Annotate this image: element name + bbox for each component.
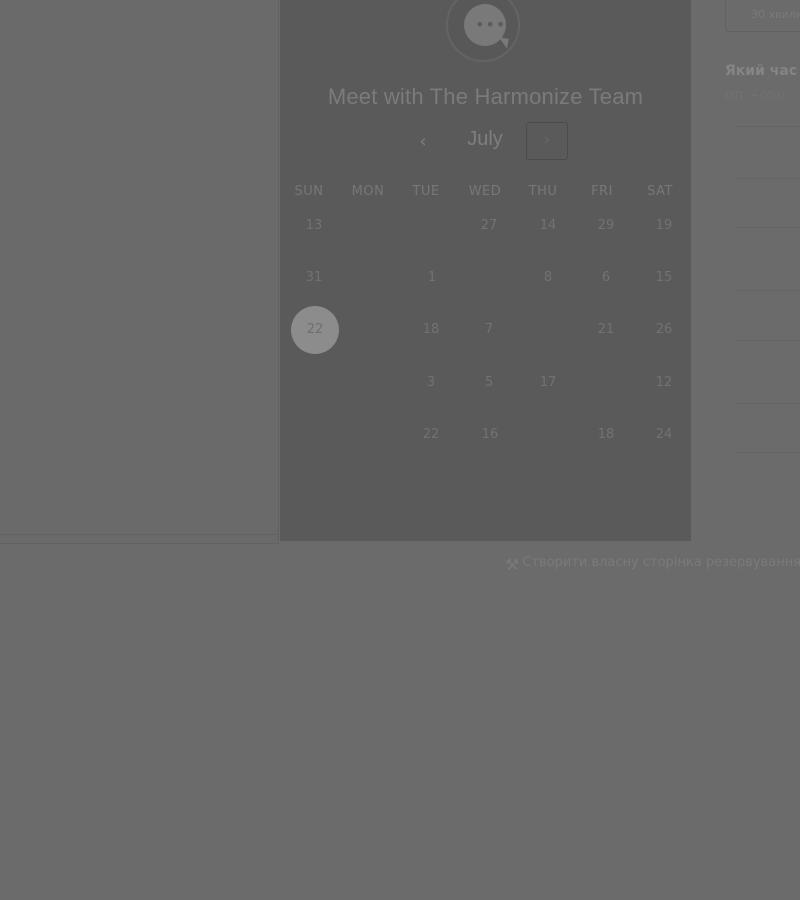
calendar-day[interactable]: 1 xyxy=(408,254,456,302)
calendar-day[interactable]: 13 xyxy=(290,202,338,250)
create-booking-page-label: Створити власну сторінка резервування xyxy=(522,555,800,570)
calendar-day[interactable]: 18 xyxy=(582,411,630,459)
month-label: July xyxy=(467,128,503,150)
time-selection-panel: 30 хвили Який час UTC +00:0 xyxy=(691,0,800,541)
calendar-day[interactable]: 18 xyxy=(407,306,455,354)
month-navigation: ‹ July › xyxy=(280,118,691,164)
calendar-day[interactable]: 15 xyxy=(640,254,688,302)
calendar-day[interactable]: 3 xyxy=(407,359,455,407)
calendar-day[interactable]: 6 xyxy=(582,254,630,302)
left-panel-divider xyxy=(0,534,278,535)
duration-button[interactable]: 30 хвили xyxy=(725,0,800,32)
weekday-sat: SAT xyxy=(647,184,673,199)
time-slot-divider xyxy=(735,340,800,341)
calendar-day[interactable]: 26 xyxy=(640,306,688,354)
weekday-sun: SUN xyxy=(294,184,324,199)
page-title: Meet with The Harmonize Team xyxy=(327,84,644,109)
ellipsis-icon: ••• xyxy=(475,15,507,34)
time-slot-divider xyxy=(735,126,800,127)
create-booking-page-link[interactable]: ⚒ Створити власну сторінка резервування xyxy=(505,555,800,574)
calendar-day[interactable]: 17 xyxy=(524,359,572,407)
weekday-thu: THU xyxy=(528,184,558,199)
weekday-fri: FRI xyxy=(591,184,613,199)
time-slot-divider xyxy=(735,452,800,453)
timezone-label[interactable]: UTC +00:0 xyxy=(725,89,784,102)
calendar-day[interactable]: 7 xyxy=(465,306,513,354)
calendar-day[interactable]: 8 xyxy=(524,254,572,302)
calendar-day[interactable]: 29 xyxy=(582,202,630,250)
calendar-day[interactable]: 31 xyxy=(290,254,338,302)
left-info-panel xyxy=(0,0,279,544)
calendar-day[interactable]: 21 xyxy=(582,306,630,354)
weekday-mon: MON xyxy=(351,184,385,199)
calendar-day[interactable]: 24 xyxy=(640,411,688,459)
chat-bubble-icon: ••• xyxy=(464,4,506,46)
calendar-day[interactable]: 5 xyxy=(465,359,513,407)
time-slot-divider xyxy=(735,227,800,228)
calendar-day[interactable]: 14 xyxy=(524,202,572,250)
time-question-heading: Який час xyxy=(725,63,798,79)
time-slot-divider xyxy=(735,290,800,291)
wand-icon: ⚒ xyxy=(505,555,520,574)
calendar-day[interactable]: 19 xyxy=(640,202,688,250)
time-slot-divider xyxy=(735,403,800,404)
next-month-button[interactable]: › xyxy=(526,122,568,160)
calendar-day[interactable]: 12 xyxy=(640,359,688,407)
time-slot-divider xyxy=(735,178,800,179)
team-logo: ••• xyxy=(446,0,520,62)
calendar-day-selected[interactable]: 22 xyxy=(291,306,339,354)
calendar-day[interactable]: 27 xyxy=(465,202,513,250)
previous-month-button[interactable]: ‹ xyxy=(408,129,438,159)
calendar-day[interactable]: 22 xyxy=(407,411,455,459)
weekday-header: SUN MON TUE WED THU FRI SAT xyxy=(280,184,691,204)
calendar-panel: ••• Meet with The Harmonize Team ‹ July … xyxy=(280,0,691,541)
weekday-tue: TUE xyxy=(412,184,440,199)
calendar-day[interactable]: 16 xyxy=(466,411,514,459)
weekday-wed: WED xyxy=(468,184,502,199)
